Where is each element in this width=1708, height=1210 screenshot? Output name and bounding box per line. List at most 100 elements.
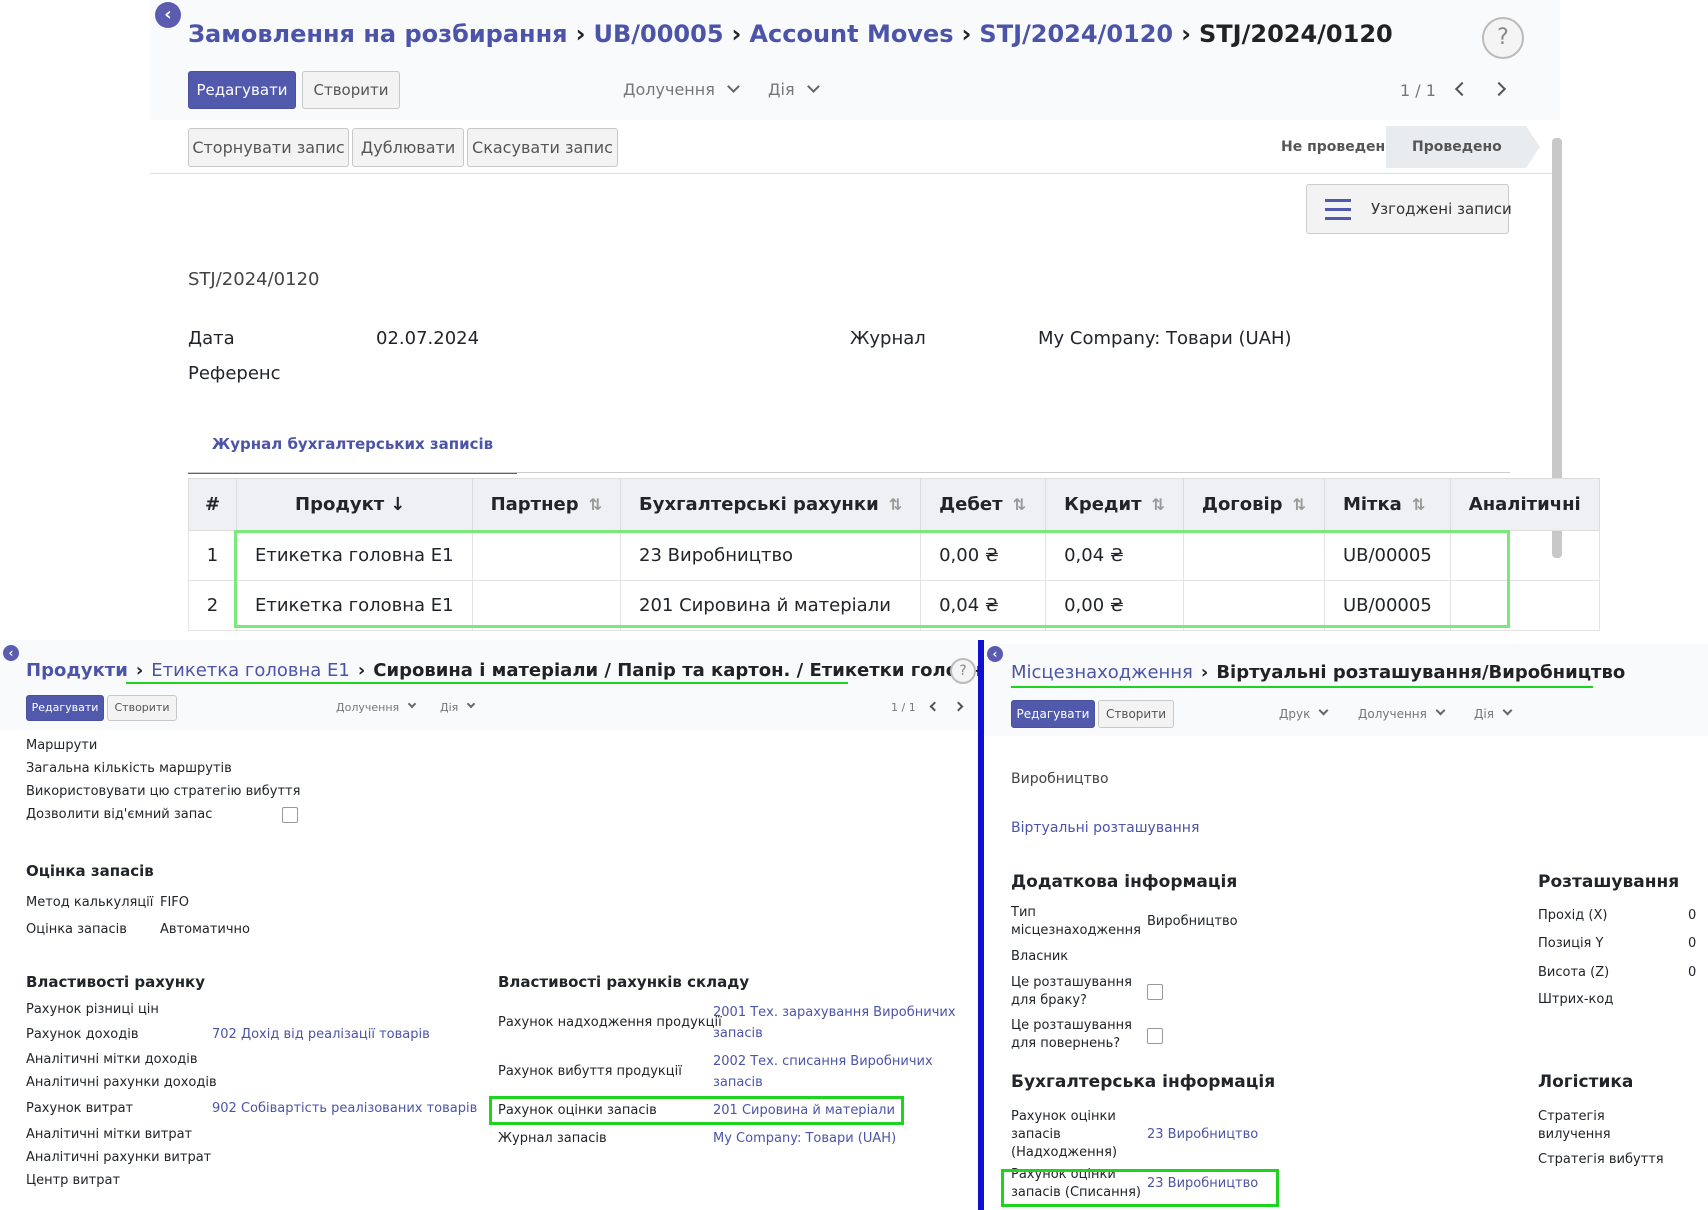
valuation-value[interactable]: Автоматично (160, 922, 250, 937)
breadcrumb-products[interactable]: Продукти (26, 660, 128, 681)
chevron-down-icon (1435, 705, 1446, 716)
action-dropdown[interactable]: Дія (1474, 705, 1513, 721)
corridor-x-value[interactable]: 0 (1688, 908, 1696, 923)
attachments-dropdown[interactable]: Долучення (623, 80, 740, 99)
back-icon[interactable]: ‹ (987, 646, 1003, 662)
journal-entry-panel: ‹ Замовлення на розбирання › UB/00005 › Acco… (0, 0, 1708, 640)
stock-output-value-cont[interactable]: запасів (713, 1075, 763, 1090)
pager-value[interactable]: 1 / 1 (1400, 81, 1436, 100)
edit-button[interactable]: Редагувати (1011, 700, 1095, 728)
cost-method-label: Метод калькуляції (26, 895, 154, 910)
create-button[interactable]: Створити (302, 71, 400, 109)
stage-posted[interactable]: Проведено (1386, 126, 1540, 168)
location-type-value[interactable]: Виробництво (1147, 914, 1238, 929)
owner-label: Власник (1011, 949, 1069, 964)
logistics-title: Логістика (1538, 1072, 1634, 1092)
accounting-info-title: Бухгалтерська інформація (1011, 1072, 1276, 1092)
chevron-right-icon: › (357, 660, 366, 681)
stock-output-value[interactable]: 2002 Тех. списання Виробничих (713, 1054, 933, 1069)
breadcrumb-disassembly[interactable]: Замовлення на розбирання (188, 20, 568, 48)
allow-negative-checkbox[interactable] (282, 807, 298, 823)
shelf-y-value[interactable]: 0 (1688, 936, 1696, 951)
height-z-label: Висота (Z) (1538, 965, 1610, 980)
pager-value[interactable]: 1 / 1 (891, 701, 916, 714)
stock-journal-value[interactable]: My Company: Товари (UAH) (713, 1131, 896, 1146)
create-button[interactable]: Створити (107, 695, 177, 721)
return-label: Це розташування (1011, 1018, 1132, 1033)
sort-icon: ⇅ (888, 495, 903, 514)
action-dropdown[interactable]: Дія (440, 699, 476, 714)
chevron-down-icon (467, 699, 476, 709)
column-analytic[interactable]: Аналітичні (1449, 478, 1600, 531)
scrap-label-cont: для браку? (1011, 993, 1087, 1008)
table-header-row: # Продукт ↓ Партнер ⇅ Бухгалтерські рахунк… (188, 478, 1600, 531)
return-checkbox[interactable] (1147, 1028, 1163, 1044)
edit-button[interactable]: Редагувати (188, 71, 296, 109)
breadcrumb-stj[interactable]: STJ/2024/0120 (979, 20, 1173, 48)
valuation-in-label-2: запасів (1011, 1127, 1061, 1142)
breadcrumb-product[interactable]: Етикетка головна E1 (151, 660, 350, 681)
stock-journal-label: Журнал запасів (498, 1131, 607, 1146)
cell-number: 2 (188, 580, 237, 631)
back-icon[interactable]: ‹ (155, 2, 181, 28)
breadcrumb-ub[interactable]: UB/00005 (593, 20, 723, 48)
cost-method-value[interactable]: FIFO (160, 895, 189, 910)
height-z-value[interactable]: 0 (1688, 965, 1696, 980)
stock-input-value[interactable]: 2001 Тех. зарахування Виробничих (713, 1005, 956, 1020)
income-analytic-label: Аналітичні рахунки доходів (26, 1075, 217, 1090)
scrap-checkbox[interactable] (1147, 984, 1163, 1000)
stage-draft[interactable]: Не проведено (1281, 126, 1395, 168)
reverse-entry-button[interactable]: Сторнувати запис (188, 128, 349, 167)
column-account[interactable]: Бухгалтерські рахунки ⇅ (620, 478, 922, 531)
reconciled-entries-button[interactable]: Узгоджені записи (1306, 184, 1512, 234)
corridor-x-label: Прохід (X) (1538, 908, 1608, 923)
chevron-right-icon: › (1181, 20, 1192, 48)
breadcrumb-account-moves[interactable]: Account Moves (749, 20, 953, 48)
location-title: Розташування (1538, 872, 1680, 892)
extra-info-title: Додаткова інформація (1011, 872, 1238, 892)
breadcrumb: Замовлення на розбирання › UB/00005 › Accoun… (188, 20, 1393, 48)
breadcrumb-locations[interactable]: Місцезнаходження (1011, 662, 1193, 683)
cancel-entry-button[interactable]: Скасувати запис (467, 128, 618, 167)
income-account-value[interactable]: 702 Дохід від реалізації товарів (212, 1027, 430, 1042)
income-tags-label: Аналітичні мітки доходів (26, 1052, 198, 1067)
back-icon[interactable]: ‹ (3, 645, 19, 661)
column-partner[interactable]: Партнер ⇅ (471, 478, 622, 531)
sort-icon: ⇅ (1012, 495, 1026, 514)
column-product[interactable]: Продукт ↓ (236, 478, 473, 531)
expense-account-value[interactable]: 902 Собівартість реалізованих товарів (212, 1101, 477, 1116)
return-label-cont: для повернень? (1011, 1036, 1121, 1051)
attachments-dropdown[interactable]: Долучення (1358, 705, 1446, 721)
column-debit-label: Дебет (939, 494, 1003, 515)
chevron-right-icon: › (731, 20, 742, 48)
column-credit[interactable]: Кредит ⇅ (1045, 478, 1184, 531)
removal-strategy-label: Стратегія (1538, 1109, 1605, 1124)
print-dropdown[interactable]: Друк (1279, 705, 1329, 721)
tab-journal-items[interactable]: Журнал бухгалтерських записів (188, 414, 517, 474)
help-icon[interactable]: ? (950, 658, 976, 684)
scrap-label: Це розташування (1011, 975, 1132, 990)
action-label: Дія (1474, 707, 1494, 721)
valuation-title: Оцінка запасів (26, 862, 154, 880)
parent-location-link[interactable]: Віртуальні розташування (1011, 820, 1199, 836)
action-dropdown[interactable]: Дія (768, 80, 820, 99)
product-panel: ‹ Продукти › Етикетка головна E1 › Сировина … (0, 640, 978, 1210)
valuation-in-value[interactable]: 23 Виробництво (1147, 1127, 1258, 1142)
column-debit[interactable]: Дебет ⇅ (920, 478, 1047, 531)
column-partner-label: Партнер (490, 494, 579, 515)
duplicate-button[interactable]: Дублювати (352, 128, 464, 167)
income-account-label: Рахунок доходів (26, 1027, 139, 1042)
create-button[interactable]: Створити (1098, 700, 1174, 728)
highlight-box (1001, 1169, 1279, 1207)
chevron-down-icon (806, 80, 820, 93)
column-label[interactable]: Мітка ⇅ (1323, 478, 1451, 531)
attachments-dropdown[interactable]: Долучення (336, 699, 417, 714)
expense-account-label: Рахунок витрат (26, 1101, 134, 1116)
help-icon[interactable]: ? (1482, 17, 1524, 59)
stock-input-value-cont[interactable]: запасів (713, 1026, 763, 1041)
highlight-underline (126, 682, 848, 685)
column-contract[interactable]: Договір ⇅ (1182, 478, 1325, 531)
edit-button[interactable]: Редагувати (26, 695, 104, 721)
location-type-label-cont: місцезнаходження (1011, 923, 1141, 938)
allow-negative-label: Дозволити від'ємний запас (26, 807, 213, 822)
